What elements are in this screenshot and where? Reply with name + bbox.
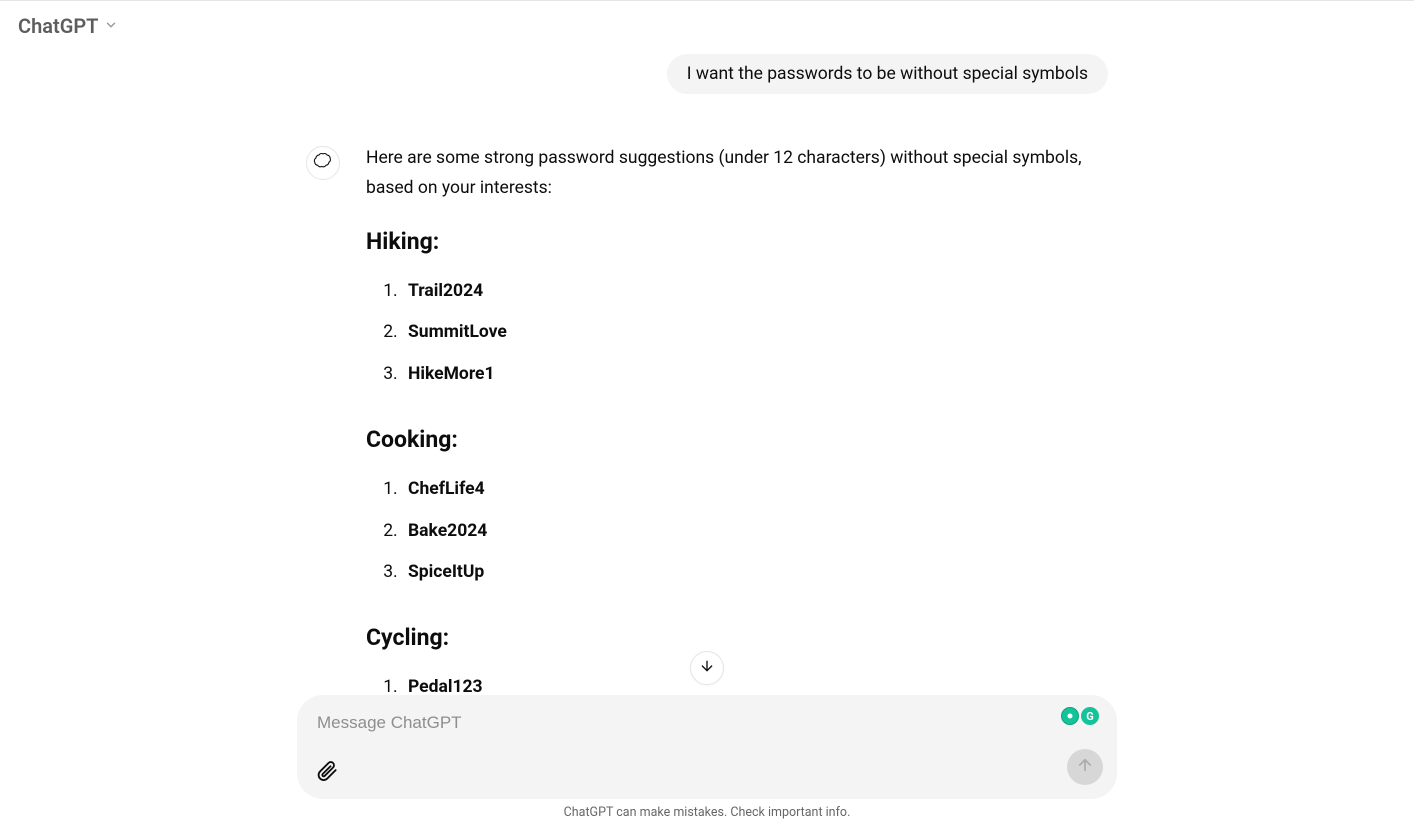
password-list: ChefLife4 Bake2024 SpiceItUp [366, 469, 1108, 594]
list-item: Bake2024 [402, 511, 1108, 553]
scroll-to-bottom-button[interactable] [690, 651, 724, 685]
paperclip-icon [316, 760, 338, 786]
footer-disclaimer: ChatGPT can make mistakes. Check importa… [297, 799, 1117, 822]
password-value: SpiceItUp [408, 562, 484, 582]
user-message-bubble: I want the passwords to be without speci… [667, 54, 1108, 94]
arrow-up-icon [1076, 756, 1094, 778]
model-selector[interactable]: ChatGPT [18, 14, 98, 38]
openai-logo-icon [313, 151, 333, 175]
list-item: HikeMore1 [402, 354, 1108, 396]
message-input[interactable] [313, 707, 1101, 739]
arrow-down-icon [699, 658, 715, 678]
password-value: Bake2024 [408, 521, 487, 541]
list-item: Trail2024 [402, 271, 1108, 313]
assistant-message-row: Here are some strong password suggestion… [306, 144, 1108, 695]
grammarly-icon[interactable]: G [1081, 707, 1099, 725]
list-item: Pedal123 [402, 667, 1108, 695]
password-list: Pedal123 [366, 667, 1108, 695]
extension-badge-icon[interactable] [1061, 707, 1079, 725]
list-item: SpiceItUp [402, 552, 1108, 594]
password-value: HikeMore1 [408, 364, 495, 384]
password-value: ChefLife4 [408, 479, 485, 499]
header: ChatGPT [0, 1, 1414, 42]
password-list: Trail2024 SummitLove HikeMore1 [366, 271, 1108, 396]
assistant-intro: Here are some strong password suggestion… [366, 144, 1108, 204]
category-title: Hiking: [366, 222, 1108, 261]
attach-button[interactable] [313, 759, 341, 787]
chat-scroll-area[interactable]: I want the passwords to be without speci… [0, 42, 1414, 695]
password-value: Pedal123 [408, 677, 483, 695]
extension-badges: G [1061, 707, 1099, 725]
category-title: Cycling: [366, 618, 1108, 657]
composer: G [297, 695, 1117, 799]
chat-thread: I want the passwords to be without speci… [296, 42, 1118, 695]
list-item: ChefLife4 [402, 469, 1108, 511]
user-message-row: I want the passwords to be without speci… [306, 54, 1108, 94]
list-item: SummitLove [402, 312, 1108, 354]
category-title: Cooking: [366, 420, 1108, 459]
assistant-message-content: Here are some strong password suggestion… [366, 144, 1108, 695]
password-value: SummitLove [408, 322, 507, 342]
composer-area: G ChatGPT can make mistakes. Check impor… [287, 695, 1127, 826]
send-button[interactable] [1067, 749, 1103, 785]
chevron-down-icon [104, 17, 118, 36]
password-value: Trail2024 [408, 281, 483, 301]
assistant-avatar [306, 146, 340, 180]
